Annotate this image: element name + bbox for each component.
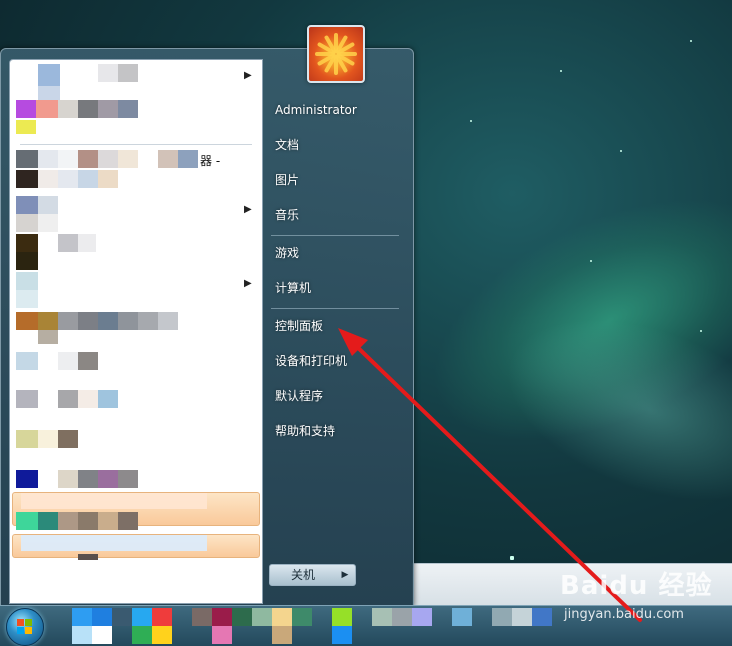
baidu-watermark: Baidu 经验 jingyan.baidu.com bbox=[560, 565, 713, 622]
watermark-logo: Baidu 经验 bbox=[560, 571, 713, 601]
annotation-arrow bbox=[338, 328, 642, 622]
watermark-url: jingyan.baidu.com bbox=[564, 607, 684, 622]
